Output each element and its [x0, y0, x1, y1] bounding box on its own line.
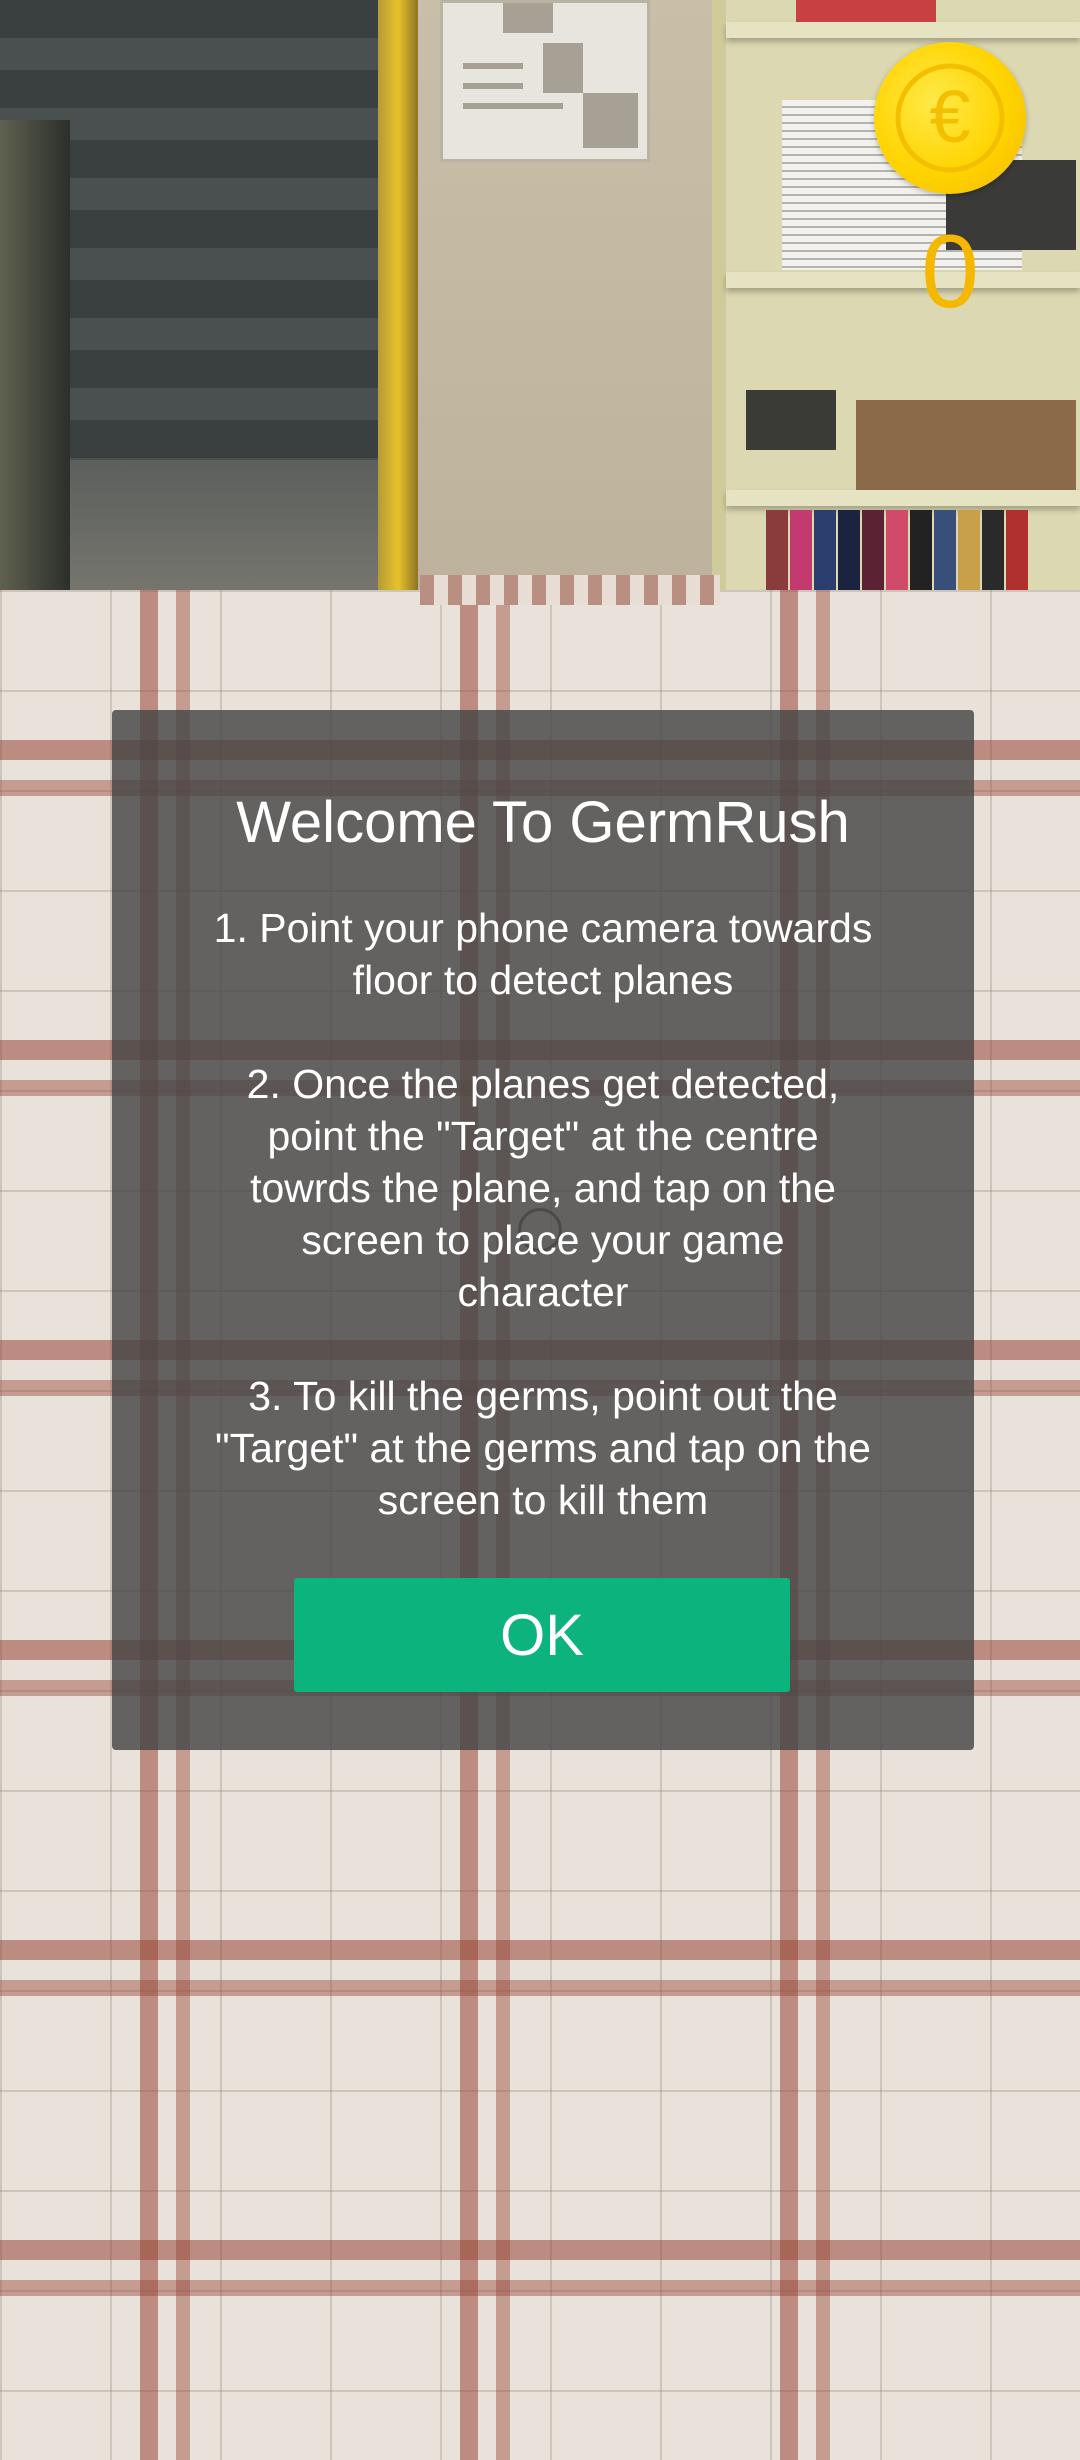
- instructions-list: 1. Point your phone camera towards floor…: [152, 902, 934, 1526]
- ar-game-screen[interactable]: € 0 Welcome To GermRush 1. Point your ph…: [0, 0, 1080, 2460]
- ok-button[interactable]: OK: [294, 1578, 790, 1692]
- instruction-step-1: 1. Point your phone camera towards floor…: [213, 905, 873, 1003]
- dialog-title: Welcome To GermRush: [236, 790, 850, 855]
- stair-landing: [60, 460, 400, 600]
- coin-count: 0: [921, 214, 979, 330]
- welcome-dialog: Welcome To GermRush 1. Point your phone …: [112, 710, 974, 1750]
- yellow-door-frame: [378, 0, 418, 590]
- instruction-step-2: 2. Once the planes get detected, point t…: [246, 1061, 840, 1315]
- euro-coin-icon: €: [874, 42, 1026, 194]
- floor-border-tiles: [420, 575, 720, 605]
- svg-text:€: €: [929, 75, 970, 158]
- wall-poster: [440, 0, 650, 162]
- instruction-step-3: 3. To kill the germs, point out the "Tar…: [215, 1373, 871, 1523]
